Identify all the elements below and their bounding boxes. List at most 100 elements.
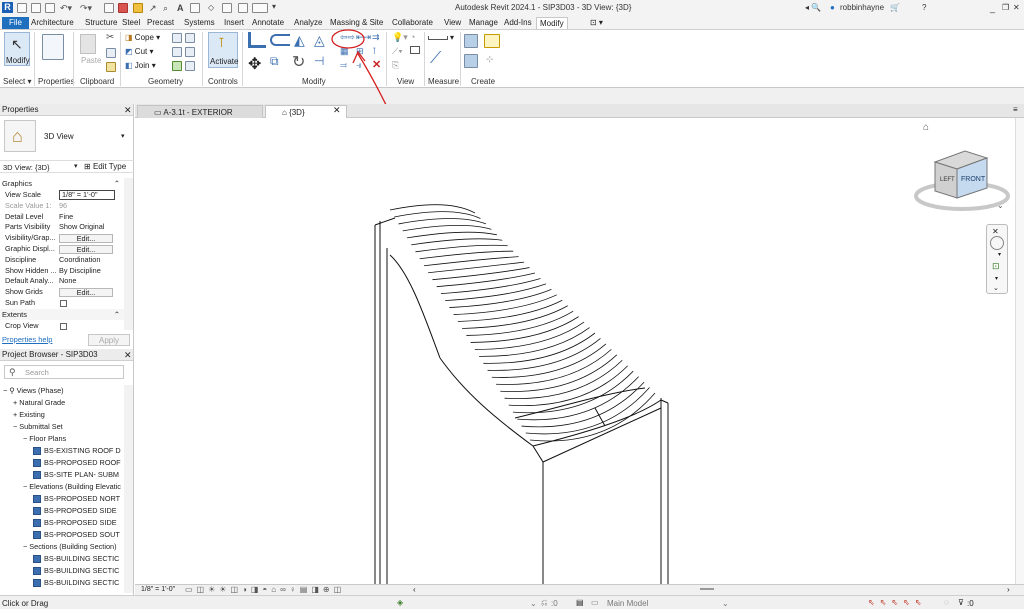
browser-view-item[interactable]: BS-PROPOSED SIDE: [0, 505, 122, 517]
wheel-dropdown-icon[interactable]: ▾: [998, 251, 1001, 258]
redo-icon[interactable]: ↷▾: [80, 3, 92, 13]
browser-folder-item[interactable]: − Submittal Set: [0, 421, 122, 433]
close-icon[interactable]: ✕: [1013, 3, 1020, 12]
copy-element-icon[interactable]: ⧉: [270, 54, 279, 69]
scroll-left-icon[interactable]: ‹: [413, 585, 416, 594]
select-panel-label[interactable]: Select ▾: [3, 77, 31, 86]
tab-menu-icon[interactable]: ≡: [1013, 105, 1018, 114]
collapse-icon[interactable]: − ⚲: [3, 386, 17, 395]
nav-close-icon[interactable]: ✕: [992, 227, 999, 236]
copy-icon[interactable]: [106, 48, 116, 58]
ribbon-tab-modify[interactable]: Modify: [536, 17, 568, 29]
worksets-icon[interactable]: ◈: [397, 598, 403, 607]
browser-view-item[interactable]: BS-BUILDING SECTIC: [0, 577, 122, 589]
browser-folder-item[interactable]: − Elevations (Building Elevatic: [0, 481, 122, 493]
ribbon-tab-systems[interactable]: Systems: [181, 17, 218, 29]
create-similar-icon[interactable]: ⊹: [486, 54, 494, 65]
paint-icon[interactable]: [172, 47, 182, 57]
sync-icon[interactable]: [45, 3, 55, 13]
contextual-tab-dropdown-icon[interactable]: ⊡ ▾: [590, 16, 603, 30]
drawing-canvas[interactable]: LEFT FRONT ⌂ ⌄: [135, 118, 1015, 584]
undo-icon[interactable]: ↶▾: [60, 3, 72, 13]
graphics-section[interactable]: Graphics ⌃: [0, 178, 124, 189]
canvas-scrollbar[interactable]: [1015, 118, 1024, 584]
wall-joins-icon[interactable]: [172, 33, 182, 43]
type-selector[interactable]: 3D View: [44, 132, 74, 141]
tag-icon[interactable]: ⌕: [163, 3, 173, 13]
demolish-icon[interactable]: [185, 47, 195, 57]
tab-exterior-elevations[interactable]: ▭ A-3.1t - EXTERIOR ELEVATIONS: [137, 105, 263, 130]
workset-dropdown-icon[interactable]: ⌄: [530, 599, 537, 608]
crop-view-checkbox[interactable]: [60, 323, 67, 330]
ribbon-tab-view[interactable]: View: [441, 17, 464, 29]
cope-button[interactable]: ◨ Cope ▾: [125, 33, 160, 42]
ribbon-tab-structure[interactable]: Structure: [82, 17, 120, 29]
edit-button[interactable]: Edit...: [59, 234, 113, 244]
split-face-icon[interactable]: [185, 33, 195, 43]
zoom-icon[interactable]: ⊡: [992, 261, 1000, 272]
browser-view-item[interactable]: BS-EXISTING ROOF D: [0, 445, 122, 457]
edit-type-button[interactable]: ⊞ Edit Type: [84, 162, 126, 171]
browser-folder-item[interactable]: − ⚲ Views (Phase): [0, 385, 122, 397]
property-value[interactable]: 1/8" = 1'-0": [59, 190, 115, 200]
zoom-dropdown-icon[interactable]: ▾: [995, 275, 998, 282]
ribbon-tab-insert[interactable]: Insert: [221, 17, 247, 29]
match-type-icon[interactable]: [106, 62, 116, 72]
measure-qat-icon[interactable]: [133, 3, 143, 13]
mirror-axis-icon[interactable]: ◭: [294, 32, 305, 49]
revit-logo-icon[interactable]: R: [2, 2, 13, 13]
create-group-icon[interactable]: [464, 54, 478, 68]
dimension-icon[interactable]: ↗: [149, 3, 159, 13]
move-icon[interactable]: ✥: [248, 54, 261, 74]
section-icon[interactable]: ◇: [208, 3, 218, 13]
ribbon-tab-file[interactable]: File: [2, 17, 29, 29]
viewcube-menu-icon[interactable]: ⌄: [997, 201, 1004, 210]
remove-paint-icon[interactable]: [185, 61, 195, 71]
edit-button[interactable]: Edit...: [59, 288, 113, 298]
paste-icon[interactable]: [80, 34, 96, 54]
offset-icon[interactable]: [270, 34, 290, 46]
close-browser-icon[interactable]: ✕: [124, 350, 132, 361]
open-icon[interactable]: [17, 3, 27, 13]
filter-dropdown-icon[interactable]: ▾: [74, 162, 78, 170]
browser-view-item[interactable]: BS-BUILDING SECTIC: [0, 565, 122, 577]
browser-view-item[interactable]: BS-PROPOSED ROOF: [0, 457, 122, 469]
browser-view-item[interactable]: BS-PROPOSED SOUT: [0, 529, 122, 541]
instance-filter[interactable]: 3D View: {3D} ▾ ⊞ Edit Type: [0, 160, 134, 173]
measure-dropdown-icon[interactable]: ▾: [450, 33, 454, 42]
close-tab-icon[interactable]: ✕: [333, 105, 341, 116]
qat-dropdown-icon[interactable]: ▾: [272, 2, 276, 11]
sun-path-checkbox[interactable]: [60, 300, 67, 307]
join-roof-icon[interactable]: [172, 61, 182, 71]
switch-windows-icon[interactable]: [252, 3, 268, 13]
filter-icon[interactable]: ⊽: [958, 598, 964, 607]
background-processes-icon[interactable]: ◌: [944, 598, 949, 607]
steering-wheel-icon[interactable]: [990, 236, 1004, 250]
browser-folder-item[interactable]: + Existing: [0, 409, 122, 421]
modify-button[interactable]: ↖ Modify: [4, 32, 30, 66]
browser-view-item[interactable]: BS-SITE PLAN- SUBM: [0, 469, 122, 481]
selection-toggles[interactable]: ⇖⇖⇖⇖⇖: [868, 598, 927, 607]
print-icon[interactable]: [104, 3, 114, 13]
browser-folder-item[interactable]: − Sections (Building Section): [0, 541, 122, 553]
activate-button[interactable]: ⊺ Activate: [208, 32, 238, 68]
browser-folder-item[interactable]: + Natural Grade: [0, 397, 122, 409]
active-design-option[interactable]: Main Model: [607, 599, 648, 608]
search-icon[interactable]: ◂ 🔍: [805, 3, 821, 12]
nav-menu-icon[interactable]: ⌄: [993, 284, 999, 292]
type-properties-icon[interactable]: [42, 34, 64, 60]
browser-scrollbar[interactable]: [124, 385, 133, 593]
close-properties-icon[interactable]: ✕: [124, 105, 132, 116]
align-icon[interactable]: [248, 32, 266, 48]
drawing-icon[interactable]: [118, 3, 128, 13]
apply-button[interactable]: Apply: [88, 334, 130, 346]
model-dropdown-icon[interactable]: ⌄: [722, 599, 729, 608]
cart-icon[interactable]: 🛒: [890, 3, 900, 12]
extents-section[interactable]: Extents ⌃: [0, 309, 124, 320]
thin-lines-icon[interactable]: [222, 3, 232, 13]
horizontal-scroll-thumb[interactable]: [700, 588, 714, 590]
view-scale[interactable]: 1/8" = 1'-0": [141, 586, 175, 593]
user-icon[interactable]: ●: [830, 3, 835, 12]
create-assembly-icon[interactable]: [464, 34, 478, 48]
ribbon-tab-architecture[interactable]: Architecture: [28, 17, 77, 29]
